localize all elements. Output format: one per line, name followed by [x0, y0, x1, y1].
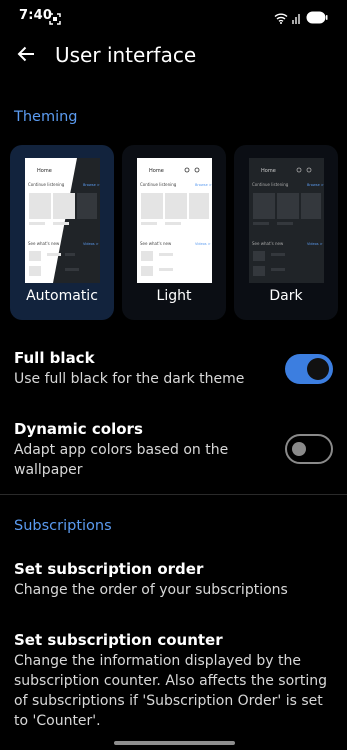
theme-preview-light: Home Continue listening Browse > See wha…	[137, 158, 212, 283]
subscriptions-section-header: Subscriptions	[14, 518, 112, 534]
theme-label-dark: Dark	[269, 288, 303, 304]
section-divider	[0, 494, 347, 495]
full-black-title: Full black	[14, 349, 95, 367]
theme-preview-dark: Home Continue listening Browse > See wha…	[249, 158, 324, 283]
svg-text:Browse >: Browse >	[307, 183, 324, 187]
dynamic-colors-toggle[interactable]	[285, 434, 333, 464]
battery-icon	[306, 9, 328, 28]
gesture-nav-handle[interactable]	[114, 741, 235, 745]
toggle-knob	[292, 442, 306, 456]
dynamic-colors-title: Dynamic colors	[14, 420, 143, 438]
back-button[interactable]	[10, 40, 42, 72]
svg-text:Continue listening: Continue listening	[252, 182, 289, 187]
svg-text:Browse >: Browse >	[195, 183, 212, 187]
subscription-order-title: Set subscription order	[14, 560, 204, 578]
theme-preview-automatic: Home Continue listening Browse > See wha…	[25, 158, 100, 283]
svg-text:Browse >: Browse >	[83, 183, 100, 187]
svg-text:Home: Home	[37, 168, 52, 174]
svg-text:See what's new: See what's new	[28, 241, 60, 246]
theme-option-automatic[interactable]: Home Continue listening Browse > See wha…	[10, 145, 114, 320]
dynamic-colors-summary: Adapt app colors based on the wallpaper	[14, 442, 229, 478]
svg-text:Home: Home	[261, 168, 276, 174]
theme-option-light[interactable]: Home Continue listening Browse > See wha…	[122, 145, 226, 320]
screenshot-icon	[49, 10, 61, 25]
toggle-knob	[307, 358, 329, 380]
svg-text:Continue listening: Continue listening	[28, 182, 65, 187]
theme-label-light: Light	[156, 288, 192, 304]
svg-text:Home: Home	[149, 168, 164, 174]
svg-text:See what's new: See what's new	[140, 241, 172, 246]
status-time: 7:40	[19, 8, 53, 23]
theme-option-dark[interactable]: Home Continue listening Browse > See wha…	[234, 145, 338, 320]
signal-icon	[292, 9, 302, 28]
theme-label-automatic: Automatic	[26, 288, 98, 304]
svg-text:Videos >: Videos >	[83, 242, 99, 246]
wifi-icon	[274, 9, 288, 28]
back-arrow-icon	[17, 45, 35, 67]
svg-text:Continue listening: Continue listening	[140, 182, 177, 187]
full-black-toggle[interactable]	[285, 354, 333, 384]
subscription-counter-summary: Change the information displayed by the …	[14, 653, 328, 729]
svg-text:See what's new: See what's new	[252, 241, 284, 246]
subscription-counter-title: Set subscription counter	[14, 631, 223, 649]
full-black-summary: Use full black for the dark theme	[14, 371, 245, 387]
subscription-order-summary: Change the order of your subscriptions	[14, 582, 288, 598]
page-title: User interface	[55, 43, 197, 67]
status-bar: 7:40	[0, 0, 347, 32]
theming-section-header: Theming	[14, 109, 78, 125]
svg-text:Videos >: Videos >	[307, 242, 323, 246]
app-bar: User interface	[0, 32, 347, 80]
svg-text:Videos >: Videos >	[195, 242, 211, 246]
theme-selector: Home Continue listening Browse > See wha…	[10, 145, 340, 320]
